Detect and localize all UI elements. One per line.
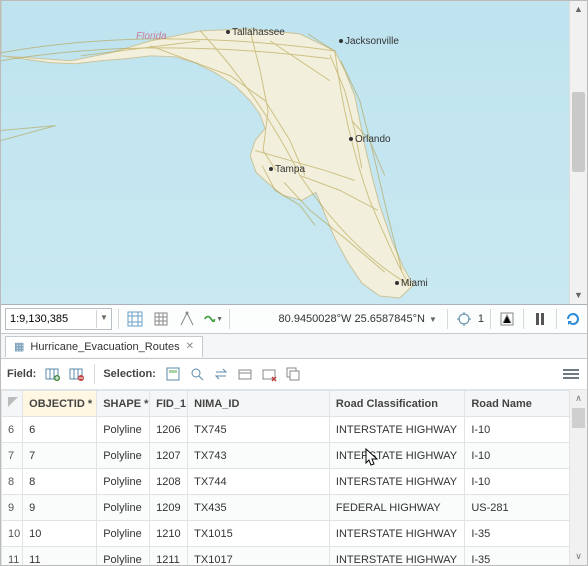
map-scale-combo[interactable]: ▼: [5, 308, 112, 330]
cell-shape: Polyline: [97, 521, 150, 547]
map-label-florida: Florida: [136, 31, 167, 42]
inference-button[interactable]: ▼: [203, 309, 223, 329]
row-number[interactable]: 10: [2, 521, 23, 547]
cell-road-classification: INTERSTATE HIGHWAY: [329, 443, 464, 469]
cell-road-classification: INTERSTATE HIGHWAY: [329, 547, 464, 566]
cell-road-classification: INTERSTATE HIGHWAY: [329, 521, 464, 547]
row-header-corner[interactable]: [2, 391, 23, 417]
coordinate-text: 80.9450028°W 25.6587845°N: [279, 313, 425, 325]
table-icon: ▦: [14, 340, 24, 353]
map-label-jacksonville: Jacksonville: [339, 36, 399, 47]
dropdown-icon[interactable]: ▼: [96, 310, 111, 328]
table-row[interactable]: 1111Polyline1211TX1017INTERSTATE HIGHWAY…: [2, 547, 587, 566]
close-tab-icon[interactable]: ✕: [186, 341, 194, 352]
cell-shape: Polyline: [97, 417, 150, 443]
cell-shape: Polyline: [97, 495, 150, 521]
selected-features-count: 1: [478, 313, 484, 325]
table-row[interactable]: 88Polyline1208TX744INTERSTATE HIGHWAYI-1…: [2, 469, 587, 495]
map-vertical-scrollbar[interactable]: ▲ ▼: [569, 1, 587, 304]
cell-nima-id: TX743: [188, 443, 330, 469]
cell-objectid: 7: [23, 443, 97, 469]
cell-road-classification: FEDERAL HIGHWAY: [329, 495, 464, 521]
cell-fid: 1209: [150, 495, 188, 521]
cell-objectid: 8: [23, 469, 97, 495]
map-view[interactable]: Florida Tallahassee Jacksonville Orlando…: [1, 1, 587, 305]
table-row[interactable]: 1010Polyline1210TX1015INTERSTATE HIGHWAY…: [2, 521, 587, 547]
refresh-button[interactable]: [563, 309, 583, 329]
table-tab-bar: ▦ Hurricane_Evacuation_Routes ✕: [1, 334, 587, 359]
dynamic-constraints-button[interactable]: [177, 309, 197, 329]
row-number[interactable]: 8: [2, 469, 23, 495]
selection-label: Selection:: [103, 368, 156, 380]
row-number[interactable]: 7: [2, 443, 23, 469]
cell-fid: 1211: [150, 547, 188, 566]
scroll-thumb[interactable]: [572, 92, 585, 172]
map-scale-input[interactable]: [6, 310, 96, 328]
switch-selection-button[interactable]: [212, 365, 230, 383]
tab-title: Hurricane_Evacuation_Routes: [30, 341, 179, 353]
delete-selection-button[interactable]: [260, 365, 278, 383]
snapping-button[interactable]: [454, 309, 474, 329]
scroll-up-icon[interactable]: ∧: [570, 390, 587, 407]
cell-objectid: 10: [23, 521, 97, 547]
cell-nima-id: TX745: [188, 417, 330, 443]
row-number[interactable]: 9: [2, 495, 23, 521]
table-header-row: OBJECTID * SHAPE * FID_1 NIMA_ID Road Cl…: [2, 391, 587, 417]
cell-objectid: 9: [23, 495, 97, 521]
cell-shape: Polyline: [97, 469, 150, 495]
column-header-road-classification[interactable]: Road Classification: [329, 391, 464, 417]
column-header-objectid[interactable]: OBJECTID *: [23, 391, 97, 417]
cell-shape: Polyline: [97, 443, 150, 469]
delete-field-button[interactable]: [68, 365, 86, 383]
column-header-nima-id[interactable]: NIMA_ID: [188, 391, 330, 417]
cell-road-classification: INTERSTATE HIGHWAY: [329, 469, 464, 495]
cell-objectid: 6: [23, 417, 97, 443]
selectable-layers-button[interactable]: [497, 309, 517, 329]
map-label-tampa: Tampa: [269, 164, 305, 175]
cell-fid: 1207: [150, 443, 188, 469]
table-tab[interactable]: ▦ Hurricane_Evacuation_Routes ✕: [5, 336, 203, 357]
cell-fid: 1210: [150, 521, 188, 547]
cell-objectid: 11: [23, 547, 97, 566]
table-menu-button[interactable]: [563, 367, 579, 381]
snap-to-grid-button[interactable]: [125, 309, 145, 329]
field-label: Field:: [7, 368, 36, 380]
clear-selection-button[interactable]: [236, 365, 254, 383]
cell-fid: 1208: [150, 469, 188, 495]
dropdown-icon[interactable]: ▼: [429, 315, 437, 324]
column-header-shape[interactable]: SHAPE *: [97, 391, 150, 417]
column-header-fid[interactable]: FID_1: [150, 391, 188, 417]
pause-drawing-button[interactable]: [530, 309, 550, 329]
table-row[interactable]: 77Polyline1207TX743INTERSTATE HIGHWAYI-1…: [2, 443, 587, 469]
scroll-down-icon[interactable]: ∨: [570, 548, 587, 565]
map-label-tallahassee: Tallahassee: [226, 27, 285, 38]
select-by-attributes-button[interactable]: [164, 365, 182, 383]
cell-road-classification: INTERSTATE HIGHWAY: [329, 417, 464, 443]
row-number[interactable]: 11: [2, 547, 23, 566]
cell-nima-id: TX435: [188, 495, 330, 521]
cell-nima-id: TX1017: [188, 547, 330, 566]
row-number[interactable]: 6: [2, 417, 23, 443]
cell-nima-id: TX744: [188, 469, 330, 495]
add-field-button[interactable]: [44, 365, 62, 383]
scroll-down-icon[interactable]: ▼: [570, 287, 587, 304]
cell-nima-id: TX1015: [188, 521, 330, 547]
grid-button[interactable]: [151, 309, 171, 329]
scroll-thumb[interactable]: [572, 408, 585, 428]
cell-shape: Polyline: [97, 547, 150, 566]
table-row[interactable]: 66Polyline1206TX745INTERSTATE HIGHWAYI-1…: [2, 417, 587, 443]
map-label-orlando: Orlando: [349, 134, 391, 145]
scroll-up-icon[interactable]: ▲: [570, 1, 587, 18]
cell-fid: 1206: [150, 417, 188, 443]
copy-selection-button[interactable]: [284, 365, 302, 383]
map-label-miami: Miami: [395, 278, 428, 289]
map-status-bar: ▼ ▼ 80.9450028°W 25.6587845°N ▼ 1: [1, 305, 587, 334]
zoom-to-selection-button[interactable]: [188, 365, 206, 383]
coordinate-display[interactable]: 80.9450028°W 25.6587845°N ▼: [279, 313, 437, 325]
table-toolbar: Field: Selection:: [1, 359, 587, 390]
table-vertical-scrollbar[interactable]: ∧ ∨: [569, 390, 587, 565]
table-row[interactable]: 99Polyline1209TX435FEDERAL HIGHWAYUS-281: [2, 495, 587, 521]
attribute-table[interactable]: OBJECTID * SHAPE * FID_1 NIMA_ID Road Cl…: [1, 390, 587, 565]
